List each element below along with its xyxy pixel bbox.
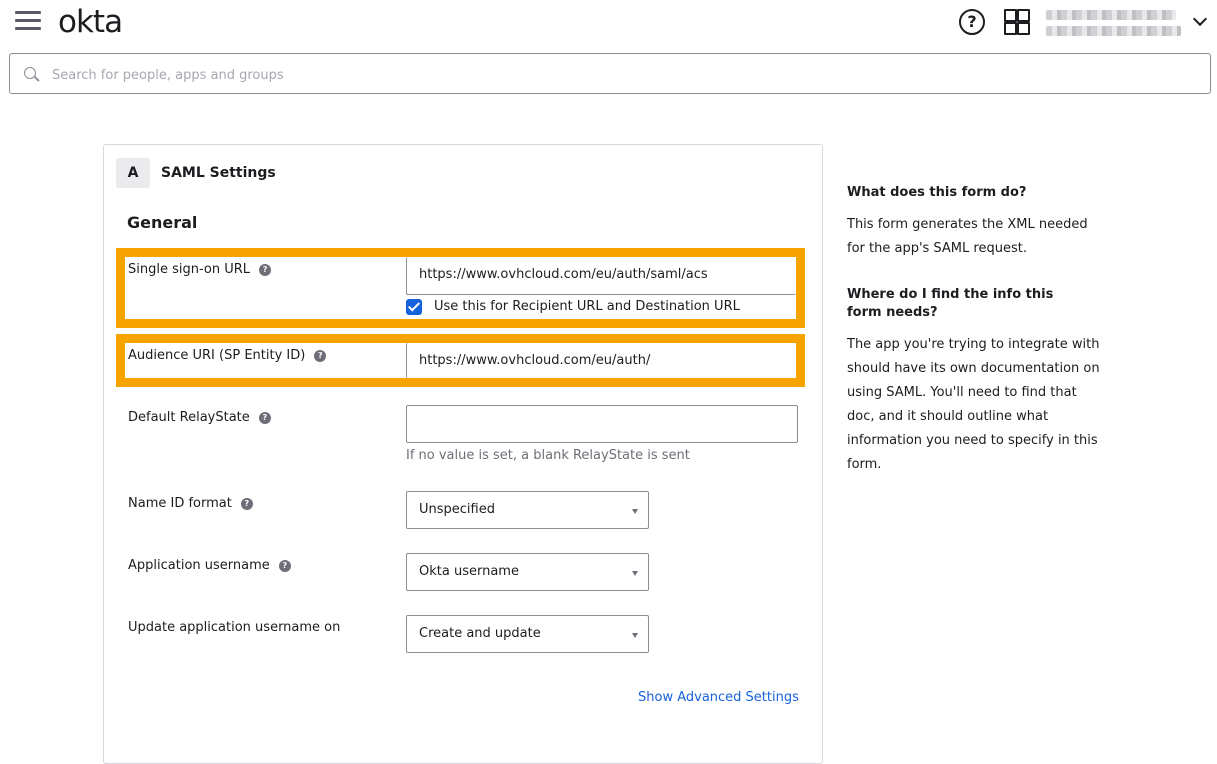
audience-uri-label-text: Audience URI (SP Entity ID)	[128, 348, 306, 363]
help-circle-icon[interactable]: ?	[959, 9, 985, 35]
help-question-2: Where do I find the info this form needs…	[847, 287, 1054, 320]
update-username-value: Create and update	[419, 626, 541, 641]
update-username-label: Update application username on	[128, 620, 341, 635]
help-icon[interactable]: ?	[314, 350, 327, 362]
hamburger-menu-icon[interactable]	[15, 11, 41, 33]
help-answer-2: The app you're trying to integrate with …	[847, 337, 1100, 472]
user-account-menu[interactable]	[1046, 10, 1181, 42]
okta-logo[interactable]: okta	[58, 4, 123, 40]
search-input[interactable]	[50, 62, 1154, 88]
audience-uri-label: Audience URI (SP Entity ID)?	[128, 348, 327, 363]
name-id-format-select[interactable]: Unspecified	[406, 491, 649, 529]
app-username-value: Okta username	[419, 564, 519, 579]
help-answer-1: This form generates the XML needed for t…	[847, 217, 1088, 256]
app-username-select[interactable]: Okta username	[406, 553, 649, 591]
sso-url-label-text: Single sign-on URL	[128, 262, 251, 277]
name-id-format-label: Name ID format?	[128, 496, 253, 511]
name-id-format-label-text: Name ID format	[128, 496, 232, 511]
help-icon[interactable]: ?	[278, 560, 291, 572]
search-icon	[24, 67, 36, 79]
app-grid-icon[interactable]	[1004, 9, 1030, 35]
relay-state-label: Default RelayState?	[128, 410, 271, 425]
update-username-select[interactable]: Create and update	[406, 615, 649, 653]
relay-state-input[interactable]	[406, 405, 798, 443]
help-icon[interactable]: ?	[258, 412, 271, 424]
recipient-url-checkbox-label[interactable]: Use this for Recipient URL and Destinati…	[434, 299, 740, 314]
card-title: SAML Settings	[161, 165, 276, 181]
help-icon[interactable]: ?	[259, 264, 272, 276]
recipient-url-checkbox[interactable]	[406, 299, 422, 315]
relay-state-label-text: Default RelayState	[128, 410, 250, 425]
help-question-1: What does this form do?	[847, 185, 1027, 200]
relay-state-hint: If no value is set, a blank RelayState i…	[406, 448, 690, 463]
global-search	[9, 53, 1211, 94]
app-username-label-text: Application username	[128, 558, 270, 573]
name-id-format-value: Unspecified	[419, 502, 495, 517]
show-advanced-settings-link[interactable]: Show Advanced Settings	[638, 690, 799, 705]
audience-uri-input[interactable]: https://www.ovhcloud.com/eu/auth/	[406, 343, 796, 378]
help-icon[interactable]: ?	[240, 498, 253, 510]
app-username-label: Application username?	[128, 558, 291, 573]
sso-url-label: Single sign-on URL?	[128, 262, 272, 277]
chevron-down-icon[interactable]	[1192, 11, 1208, 27]
sso-url-input[interactable]: https://www.ovhcloud.com/eu/auth/saml/ac…	[406, 257, 796, 295]
step-badge: A	[116, 158, 150, 188]
section-heading: General	[127, 213, 198, 232]
